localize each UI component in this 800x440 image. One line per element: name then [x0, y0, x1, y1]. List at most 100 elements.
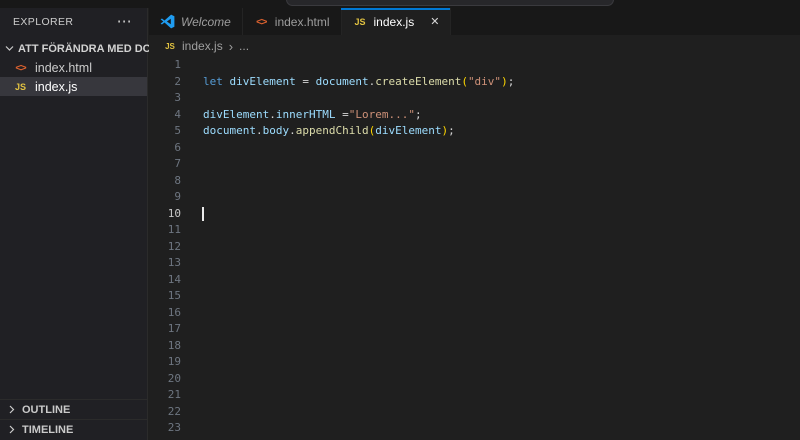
line-content	[181, 206, 203, 223]
line-content	[181, 239, 203, 256]
code-line[interactable]: 24	[149, 437, 800, 440]
code-token: document	[316, 75, 369, 88]
close-icon[interactable]: ✕	[430, 15, 439, 28]
js-file-icon: JS	[353, 17, 368, 27]
code-line[interactable]: 13	[149, 255, 800, 272]
sidebar-item-index-html[interactable]: <> index.html	[0, 58, 147, 77]
code-line[interactable]: 1	[149, 57, 800, 74]
line-content	[181, 321, 203, 338]
code-line[interactable]: 15	[149, 288, 800, 305]
line-content	[181, 404, 203, 421]
code-line[interactable]: 7	[149, 156, 800, 173]
explorer-header: EXPLORER ⋯	[0, 8, 147, 35]
code-line[interactable]: 20	[149, 371, 800, 388]
breadcrumb-symbol[interactable]: ...	[239, 39, 249, 53]
code-line[interactable]: 9	[149, 189, 800, 206]
vscode-logo-icon	[160, 14, 175, 29]
section-outline[interactable]: OUTLINE	[0, 399, 147, 419]
line-number: 21	[149, 387, 181, 404]
code-token: divElement	[375, 124, 441, 137]
chevron-right-icon	[6, 424, 17, 435]
code-token: ;	[415, 108, 422, 121]
line-content: let divElement = document.createElement(…	[181, 74, 514, 91]
line-content	[181, 57, 203, 74]
line-content	[181, 288, 203, 305]
code-line[interactable]: 10	[149, 206, 800, 223]
line-number: 8	[149, 173, 181, 190]
line-number: 16	[149, 305, 181, 322]
breadcrumb[interactable]: JS index.js › ...	[149, 35, 800, 57]
code-line[interactable]: 4divElement.innerHTML ="Lorem...";	[149, 107, 800, 124]
code-line[interactable]: 8	[149, 173, 800, 190]
sidebar-item-index-js[interactable]: JSindex.js	[0, 77, 147, 96]
line-content	[181, 222, 203, 239]
code-token: ;	[508, 75, 515, 88]
code-line[interactable]: 18	[149, 338, 800, 355]
code-token: createElement	[375, 75, 461, 88]
line-number: 17	[149, 321, 181, 338]
js-file-icon: JS	[164, 42, 176, 51]
line-number: 1	[149, 57, 181, 74]
chevron-right-icon: ›	[229, 39, 233, 54]
code-line[interactable]: 12	[149, 239, 800, 256]
code-line[interactable]: 2let divElement = document.createElement…	[149, 74, 800, 91]
line-number: 9	[149, 189, 181, 206]
file-label: index.js	[35, 80, 77, 94]
code-token: =	[296, 75, 316, 88]
line-content	[181, 272, 203, 289]
tab-bar: Welcome <>index.html JS index.js ✕	[149, 8, 800, 35]
tab-label: index.js	[374, 15, 415, 29]
line-content	[181, 305, 203, 322]
code-line[interactable]: 5document.body.appendChild(divElement);	[149, 123, 800, 140]
breadcrumb-file[interactable]: index.js	[182, 39, 223, 53]
line-number: 10	[149, 206, 181, 223]
file-label: index.html	[35, 61, 92, 75]
line-content	[181, 140, 203, 157]
code-token: innerHTML	[276, 108, 336, 121]
code-token: document	[203, 124, 256, 137]
code-token: )	[501, 75, 508, 88]
code-line[interactable]: 16	[149, 305, 800, 322]
line-number: 2	[149, 74, 181, 91]
code-line[interactable]: 3	[149, 90, 800, 107]
chevron-right-icon	[6, 404, 17, 415]
code-line[interactable]: 22	[149, 404, 800, 421]
code-token: .	[256, 124, 263, 137]
code-line[interactable]: 14	[149, 272, 800, 289]
line-number: 3	[149, 90, 181, 107]
code-editor[interactable]: 12let divElement = document.createElemen…	[149, 57, 800, 440]
tab-label: Welcome	[181, 15, 231, 29]
line-content	[181, 156, 203, 173]
line-number: 5	[149, 123, 181, 140]
code-token: divElement	[230, 75, 296, 88]
tab-index-html[interactable]: <>index.html	[243, 8, 342, 35]
code-line[interactable]: 6	[149, 140, 800, 157]
tab-index-js[interactable]: JS index.js ✕	[342, 8, 452, 35]
code-token: divElement	[203, 108, 269, 121]
line-number: 15	[149, 288, 181, 305]
code-token: =	[335, 108, 348, 121]
text-cursor	[202, 207, 204, 221]
code-line[interactable]: 23	[149, 420, 800, 437]
code-line[interactable]: 11	[149, 222, 800, 239]
folder-label: ATT FÖRÄNDRA MED DOM	[18, 43, 160, 55]
line-number: 6	[149, 140, 181, 157]
tab-welcome[interactable]: Welcome	[149, 8, 243, 35]
html-file-icon: <>	[13, 62, 28, 74]
more-actions-icon[interactable]: ⋯	[117, 18, 132, 26]
command-center[interactable]	[286, 0, 614, 6]
code-line[interactable]: 19	[149, 354, 800, 371]
section-label: OUTLINE	[22, 404, 70, 416]
line-content	[181, 255, 203, 272]
code-line[interactable]: 21	[149, 387, 800, 404]
line-number: 18	[149, 338, 181, 355]
folder-row[interactable]: ATT FÖRÄNDRA MED DOM	[0, 39, 147, 58]
line-content	[181, 189, 203, 206]
section-timeline[interactable]: TIMELINE	[0, 419, 147, 439]
line-number: 23	[149, 420, 181, 437]
line-number: 19	[149, 354, 181, 371]
line-number: 22	[149, 404, 181, 421]
code-line[interactable]: 17	[149, 321, 800, 338]
code-token: .	[289, 124, 296, 137]
tab-label: index.html	[275, 15, 330, 29]
